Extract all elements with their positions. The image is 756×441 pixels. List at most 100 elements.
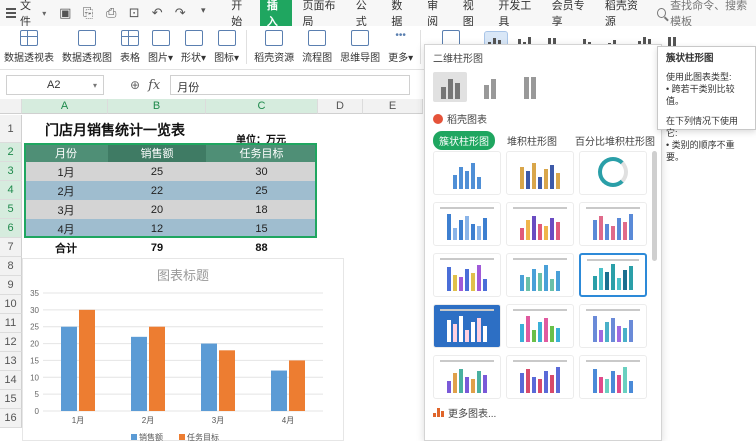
header-row-cell[interactable]: 销售额 [108, 143, 206, 162]
chart-template-12[interactable] [433, 355, 501, 399]
command-search[interactable]: 查找命令、搜索模板 [657, 0, 756, 29]
template-bar [471, 163, 475, 189]
total-row-cell[interactable]: 88 [206, 238, 317, 257]
file-menu[interactable]: 文件 ▾ [6, 0, 46, 29]
data-row-cell[interactable]: 2月 [24, 181, 108, 200]
chart-template-11[interactable] [579, 304, 647, 348]
name-box[interactable]: A2 ▾ [6, 75, 104, 95]
row-header-9[interactable]: 9 [0, 276, 22, 295]
row-header-4[interactable]: 4 [0, 181, 22, 200]
chart-template-7[interactable] [506, 253, 574, 297]
ribbon-button-3[interactable]: 图片▾ [144, 30, 177, 64]
ribbon-button-0[interactable]: 数据透视表 [0, 30, 58, 64]
undo-icon[interactable]: ↶ [150, 5, 164, 21]
percent-stacked-column-option[interactable] [513, 72, 547, 102]
ribbon-button-2[interactable]: 表格 [116, 30, 144, 64]
more-icon: ••• [395, 30, 406, 41]
data-row-cell[interactable]: 4月 [24, 219, 108, 238]
column-header-E[interactable]: E [363, 99, 423, 114]
row-header-1[interactable]: 1 [0, 115, 22, 143]
chart-template-8[interactable] [579, 253, 647, 297]
ribbon-button-4[interactable]: 形状▾ [177, 30, 210, 64]
chart-template-1[interactable] [506, 151, 574, 195]
subtab-2[interactable]: 百分比堆积柱形图 [569, 131, 661, 150]
chart-template-0[interactable] [433, 151, 501, 195]
fx-icon[interactable]: fx [148, 78, 160, 93]
embedded-chart[interactable]: 图表标题 0 5 10 15 20 25 30 35 1月 2月 3月 4月 销售额 任务目标 [22, 258, 344, 441]
save-icon[interactable]: ▣ [58, 5, 72, 21]
data-row-cell[interactable]: 15 [206, 219, 317, 238]
template-bar [459, 220, 463, 240]
data-row-cell[interactable]: 1月 [24, 162, 108, 181]
redo-icon[interactable]: ↷ [173, 5, 187, 21]
customize-chevron-icon[interactable]: ▾ [196, 5, 210, 21]
data-row-cell[interactable]: 25 [108, 162, 206, 181]
row-header-10[interactable]: 10 [0, 295, 22, 314]
zoom-icon[interactable]: ⊕ [130, 78, 140, 92]
template-bar [447, 214, 451, 240]
chart-template-6[interactable] [433, 253, 501, 297]
template-bar [532, 377, 536, 393]
data-row-cell[interactable]: 20 [108, 200, 206, 219]
chart-title[interactable]: 图表标题 [23, 265, 343, 284]
chart-template-2[interactable] [579, 151, 647, 195]
ribbon-button-6[interactable]: 稻壳资源 [250, 30, 298, 64]
column-header-A[interactable]: A [22, 99, 108, 114]
template-bar [611, 226, 615, 240]
row-header-8[interactable]: 8 [0, 257, 22, 276]
chart-template-5[interactable] [579, 202, 647, 246]
data-row-cell[interactable]: 22 [108, 181, 206, 200]
data-row-cell[interactable]: 3月 [24, 200, 108, 219]
total-row-cell[interactable]: 合计 [24, 238, 108, 257]
column-header-B[interactable]: B [108, 99, 206, 114]
chart-template-3[interactable] [433, 202, 501, 246]
total-row-cell[interactable]: 79 [108, 238, 206, 257]
row-header-5[interactable]: 5 [0, 200, 22, 219]
data-row-cell[interactable]: 12 [108, 219, 206, 238]
row-header-11[interactable]: 11 [0, 314, 22, 333]
row-header-15[interactable]: 15 [0, 390, 22, 409]
stacked-column-option[interactable] [473, 72, 507, 102]
row-header-14[interactable]: 14 [0, 371, 22, 390]
panel-scrollbar[interactable] [652, 151, 657, 261]
export-pdf-icon[interactable]: ⎘ [81, 5, 95, 21]
row-header-16[interactable]: 16 [0, 409, 22, 428]
data-row-cell[interactable]: 30 [206, 162, 317, 181]
clustered-column-option[interactable] [433, 72, 467, 102]
ribbon-button-7[interactable]: 流程图 [298, 30, 336, 64]
column-header-D[interactable]: D [318, 99, 363, 114]
template-bar [465, 171, 469, 189]
template-bar [544, 371, 548, 393]
chart-template-4[interactable] [506, 202, 574, 246]
ribbon-button-1[interactable]: 数据透视图 [58, 30, 116, 64]
ribbon-button-8[interactable]: 思维导图 [336, 30, 384, 64]
template-bar [477, 226, 481, 240]
row-header-6[interactable]: 6 [0, 219, 22, 238]
chart-template-9[interactable] [433, 304, 501, 348]
chart-template-14[interactable] [579, 355, 647, 399]
row-header-2[interactable]: 2 [0, 143, 22, 162]
ribbon-button-5[interactable]: 图标▾ [210, 30, 243, 64]
formula-input[interactable]: 月份 [170, 75, 411, 95]
data-row-cell[interactable]: 25 [206, 181, 317, 200]
subtab-1[interactable]: 堆积柱形图 [501, 131, 563, 150]
row-header-13[interactable]: 13 [0, 352, 22, 371]
data-row-cell[interactable]: 18 [206, 200, 317, 219]
header-row-cell[interactable]: 任务目标 [206, 143, 317, 162]
ribbon-separator [420, 30, 422, 64]
row-header-3[interactable]: 3 [0, 162, 22, 181]
chart-template-13[interactable] [506, 355, 574, 399]
print-icon[interactable]: ⎙ [104, 5, 118, 21]
column-header-C[interactable]: C [206, 99, 318, 114]
sheet-title[interactable]: 门店月销售统计一览表 [45, 120, 185, 140]
row-header-7[interactable]: 7 [0, 238, 22, 257]
row-header-12[interactable]: 12 [0, 333, 22, 352]
chart-template-10[interactable] [506, 304, 574, 348]
more-charts-link[interactable]: 更多图表... [433, 405, 496, 420]
header-row-cell[interactable]: 月份 [24, 143, 108, 162]
select-all-corner[interactable] [0, 99, 22, 114]
print-preview-icon[interactable]: ⊡ [127, 5, 141, 21]
subtab-0[interactable]: 簇状柱形图 [433, 131, 495, 150]
ribbon-button-9[interactable]: ••• 更多▾ [384, 30, 417, 64]
section-2d-column: 二维柱形图 [433, 54, 483, 65]
